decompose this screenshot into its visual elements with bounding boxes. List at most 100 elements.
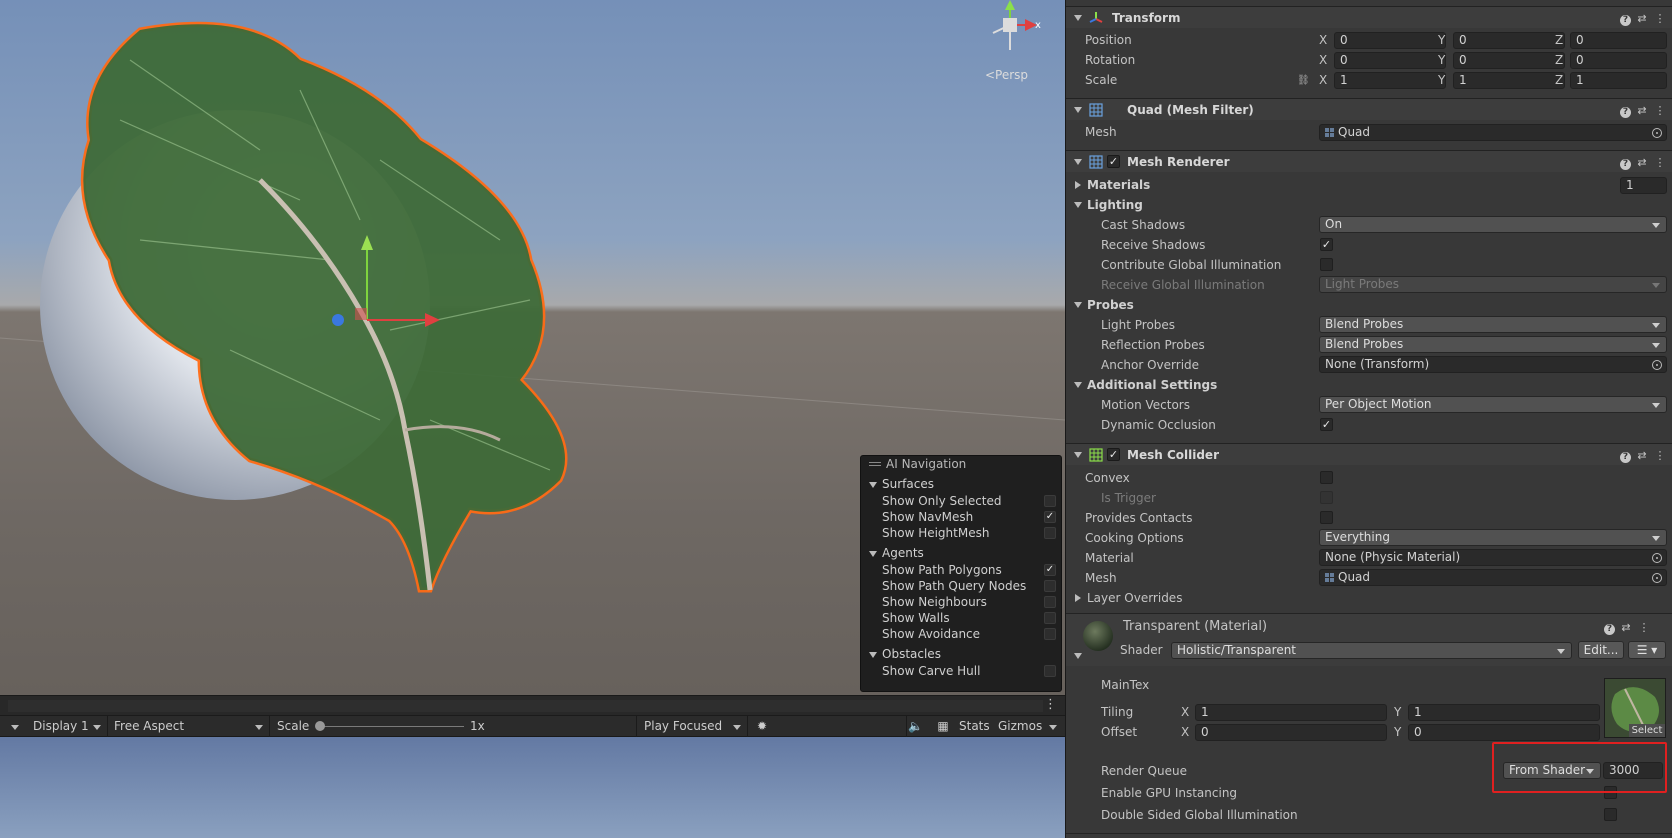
position-z-field[interactable]: 0 xyxy=(1570,32,1667,49)
fold-arrow-icon[interactable] xyxy=(1074,15,1082,21)
checkbox[interactable] xyxy=(1044,495,1056,507)
fold-arrow-icon[interactable] xyxy=(1074,107,1082,113)
offset-x-field[interactable]: 0 xyxy=(1195,724,1387,741)
option-show-neighbours[interactable]: Show Neighbours xyxy=(861,594,1061,610)
object-picker-icon[interactable] xyxy=(1652,360,1662,370)
stats-button[interactable]: Stats xyxy=(959,716,990,737)
rotation-z-field[interactable]: 0 xyxy=(1570,52,1667,69)
anchor-override-field[interactable]: None (Transform) xyxy=(1319,356,1667,373)
physic-material-field[interactable]: None (Physic Material) xyxy=(1319,549,1667,566)
rotation-x-field[interactable]: 0 xyxy=(1334,52,1446,69)
help-icon[interactable]: ? xyxy=(1620,107,1631,118)
fold-arrow-icon[interactable] xyxy=(1075,181,1081,189)
collider-mesh-field[interactable]: Quad xyxy=(1319,569,1667,586)
enabled-checkbox[interactable]: ✓ xyxy=(1107,448,1120,461)
ai-navigation-title[interactable]: AI Navigation xyxy=(861,456,1061,472)
tiling-x-field[interactable]: 1 xyxy=(1195,704,1387,721)
presets-icon[interactable]: ⇄ xyxy=(1635,156,1649,170)
checkbox[interactable] xyxy=(1044,527,1056,539)
offset-y-field[interactable]: 0 xyxy=(1408,724,1600,741)
materials-size-field[interactable]: 1 xyxy=(1620,177,1667,194)
help-icon[interactable]: ? xyxy=(1604,624,1615,635)
scale-slider-handle[interactable] xyxy=(315,721,325,731)
option-show-avoidance[interactable]: Show Avoidance xyxy=(861,626,1061,642)
fold-arrow-icon[interactable] xyxy=(1074,653,1082,659)
more-options-icon[interactable]: ⋮ xyxy=(1653,449,1667,463)
gpu-instancing-checkbox[interactable] xyxy=(1604,786,1617,799)
scale-z-field[interactable]: 1 xyxy=(1570,72,1667,89)
reflection-probes-dropdown[interactable]: Blend Probes xyxy=(1319,336,1667,353)
mesh-collider-header[interactable]: ✓ Mesh Collider ? ⇄ ⋮ xyxy=(1066,443,1672,465)
gizmos-button[interactable]: Gizmos xyxy=(998,716,1042,737)
fold-arrow-icon[interactable] xyxy=(1074,302,1082,308)
light-probes-dropdown[interactable]: Blend Probes xyxy=(1319,316,1667,333)
presets-icon[interactable]: ⇄ xyxy=(1619,621,1633,635)
fold-arrow-icon[interactable] xyxy=(1074,452,1082,458)
fold-arrow-icon[interactable] xyxy=(1074,382,1082,388)
provides-contacts-checkbox[interactable] xyxy=(1320,511,1333,524)
rotation-y-field[interactable]: 0 xyxy=(1453,52,1565,69)
motion-vectors-dropdown[interactable]: Per Object Motion xyxy=(1319,396,1667,413)
option-show-carve-hull[interactable]: Show Carve Hull xyxy=(861,663,1061,679)
object-picker-icon[interactable] xyxy=(1652,553,1662,563)
option-show-only-selected[interactable]: Show Only Selected xyxy=(861,493,1061,509)
contribute-gi-checkbox[interactable] xyxy=(1320,258,1333,271)
help-icon[interactable]: ? xyxy=(1620,15,1631,26)
display-dropdown[interactable]: Display 1 xyxy=(26,716,108,737)
checkbox[interactable] xyxy=(1044,580,1056,592)
constrain-proportions-icon[interactable]: ⛓ xyxy=(1297,71,1310,90)
help-icon[interactable]: ? xyxy=(1620,452,1631,463)
more-options-icon[interactable]: ⋮ xyxy=(1653,12,1667,26)
additional-settings-label[interactable]: Additional Settings xyxy=(1087,376,1217,395)
cast-shadows-dropdown[interactable]: On xyxy=(1319,216,1667,233)
shader-dropdown[interactable]: Holistic/Transparent xyxy=(1171,642,1572,659)
probes-label[interactable]: Probes xyxy=(1087,296,1134,315)
scale-slider-track[interactable] xyxy=(318,726,464,727)
mesh-object-field[interactable]: Quad xyxy=(1319,124,1667,141)
fold-arrow-icon[interactable] xyxy=(1074,159,1082,165)
edit-shader-button[interactable]: Edit... xyxy=(1578,641,1624,659)
checkbox[interactable] xyxy=(1044,665,1056,677)
option-show-walls[interactable]: Show Walls xyxy=(861,610,1061,626)
checkbox[interactable]: ✓ xyxy=(1044,511,1056,523)
section-agents[interactable]: Agents xyxy=(861,544,1061,562)
more-options-icon[interactable]: ⋮ xyxy=(1653,104,1667,118)
game-view-viewport[interactable] xyxy=(0,737,1065,838)
tiling-y-field[interactable]: 1 xyxy=(1408,704,1600,721)
mesh-renderer-header[interactable]: ✓ Mesh Renderer ? ⇄ ⋮ xyxy=(1066,150,1672,172)
keyboard-icon[interactable]: ▦ xyxy=(934,716,952,737)
scale-y-field[interactable]: 1 xyxy=(1453,72,1565,89)
transform-header[interactable]: Transform ? ⇄ ⋮ xyxy=(1066,6,1672,28)
more-options-icon[interactable]: ⋮ xyxy=(1653,156,1667,170)
play-mode-dropdown[interactable]: Play Focused xyxy=(636,716,748,737)
option-show-navmesh[interactable]: Show NavMesh ✓ xyxy=(861,509,1061,525)
option-show-heightmesh[interactable]: Show HeightMesh xyxy=(861,525,1061,541)
select-texture-button[interactable]: Select xyxy=(1629,724,1665,737)
section-surfaces[interactable]: Surfaces xyxy=(861,475,1061,493)
scale-x-field[interactable]: 1 xyxy=(1334,72,1446,89)
section-obstacles[interactable]: Obstacles xyxy=(861,645,1061,663)
object-picker-icon[interactable] xyxy=(1652,573,1662,583)
mesh-filter-header[interactable]: Quad (Mesh Filter) ? ⇄ ⋮ xyxy=(1066,98,1672,120)
presets-icon[interactable]: ⇄ xyxy=(1635,449,1649,463)
fold-arrow-icon[interactable] xyxy=(1074,202,1082,208)
gizmos-chevron-icon[interactable] xyxy=(1047,716,1059,737)
cooking-options-dropdown[interactable]: Everything xyxy=(1319,529,1667,546)
object-picker-icon[interactable] xyxy=(1652,128,1662,138)
maintex-thumbnail[interactable]: Select xyxy=(1604,678,1666,738)
shader-options-button[interactable]: ☰ ▾ xyxy=(1628,641,1666,659)
convex-checkbox[interactable] xyxy=(1320,471,1333,484)
fold-arrow-icon[interactable] xyxy=(1075,594,1081,602)
dynamic-occlusion-checkbox[interactable]: ✓ xyxy=(1320,418,1333,431)
checkbox[interactable] xyxy=(1044,612,1056,624)
position-x-field[interactable]: 0 xyxy=(1334,32,1446,49)
checkbox[interactable] xyxy=(1044,596,1056,608)
enabled-checkbox[interactable]: ✓ xyxy=(1107,155,1120,168)
double-sided-gi-checkbox[interactable] xyxy=(1604,808,1617,821)
option-show-path-query-nodes[interactable]: Show Path Query Nodes xyxy=(861,578,1061,594)
presets-icon[interactable]: ⇄ xyxy=(1635,104,1649,118)
scene-view[interactable]: x <Persp AI Navigation Surfaces Show Onl… xyxy=(0,0,1065,695)
checkbox[interactable] xyxy=(1044,628,1056,640)
more-options-icon[interactable]: ⋮ xyxy=(1637,621,1651,635)
lighting-label[interactable]: Lighting xyxy=(1087,196,1143,215)
